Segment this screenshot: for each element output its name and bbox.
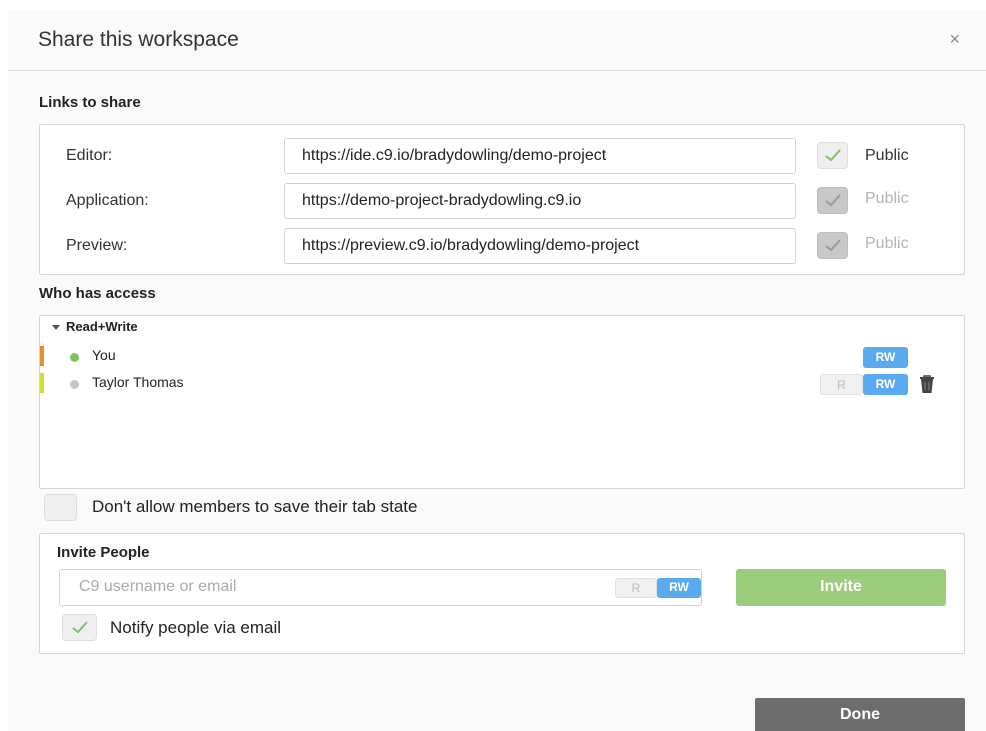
checkmark-icon bbox=[825, 149, 841, 162]
group-label: Read+Write bbox=[66, 319, 138, 334]
application-url-field[interactable]: https://demo-project-bradydowling.c9.io bbox=[284, 183, 796, 219]
checkmark-icon bbox=[825, 194, 841, 207]
invite-placeholder: C9 username or email bbox=[79, 578, 237, 595]
member-row: You RW bbox=[40, 346, 964, 368]
notify-label: Notify people via email bbox=[110, 618, 282, 637]
editor-link-label: Editor: bbox=[66, 147, 113, 164]
dialog-title: Share this workspace bbox=[38, 28, 239, 51]
access-list: Read+Write You RW Taylor Thomas R RW bbox=[39, 315, 965, 489]
collapse-triangle-icon bbox=[52, 325, 60, 330]
rw-permission-button[interactable]: RW bbox=[863, 374, 908, 395]
editor-url-field[interactable]: https://ide.c9.io/bradydowling/demo-proj… bbox=[284, 138, 796, 174]
application-public-checkbox bbox=[817, 187, 848, 214]
preview-public-checkbox bbox=[817, 232, 848, 259]
checkmark-icon bbox=[72, 621, 88, 634]
invite-section-label: Invite People bbox=[57, 544, 150, 561]
invite-button[interactable]: Invite bbox=[736, 569, 946, 606]
read-permission-button[interactable]: R bbox=[820, 374, 863, 395]
dialog-header: Share this workspace × bbox=[8, 10, 986, 71]
tab-state-label: Don't allow members to save their tab st… bbox=[92, 497, 418, 516]
done-button[interactable]: Done bbox=[755, 698, 965, 731]
offline-status-dot bbox=[70, 380, 79, 389]
preview-link-label: Preview: bbox=[66, 237, 128, 254]
tab-state-checkbox[interactable] bbox=[44, 494, 77, 521]
preview-url-field[interactable]: https://preview.c9.io/bradydowling/demo-… bbox=[284, 228, 796, 264]
access-section-label: Who has access bbox=[39, 285, 156, 302]
invite-read-button[interactable]: R bbox=[615, 578, 657, 598]
share-workspace-dialog: Share this workspace × Links to share Ed… bbox=[8, 10, 986, 731]
editor-public-label: Public bbox=[865, 147, 909, 164]
member-color-bar bbox=[40, 346, 44, 366]
online-status-dot bbox=[70, 353, 79, 362]
trash-icon[interactable] bbox=[918, 374, 936, 394]
member-name: You bbox=[92, 347, 116, 363]
invite-input[interactable]: C9 username or email R RW bbox=[59, 569, 702, 606]
close-icon[interactable]: × bbox=[949, 30, 960, 48]
read-write-group-header[interactable]: Read+Write bbox=[52, 319, 138, 334]
link-row-editor: Editor: https://ide.c9.io/bradydowling/d… bbox=[40, 138, 964, 174]
editor-public-checkbox[interactable] bbox=[817, 142, 848, 169]
checkmark-icon bbox=[825, 239, 841, 252]
application-link-label: Application: bbox=[66, 192, 149, 209]
member-row: Taylor Thomas R RW bbox=[40, 373, 964, 395]
member-name: Taylor Thomas bbox=[92, 374, 184, 390]
rw-permission-badge: RW bbox=[863, 347, 908, 368]
links-section-label: Links to share bbox=[39, 94, 141, 111]
member-color-bar bbox=[40, 373, 44, 393]
invite-box: Invite People C9 username or email R RW … bbox=[39, 533, 965, 654]
invite-rw-button[interactable]: RW bbox=[657, 578, 701, 598]
application-public-label: Public bbox=[865, 190, 909, 207]
link-row-preview: Preview: https://preview.c9.io/bradydowl… bbox=[40, 228, 964, 264]
preview-public-label: Public bbox=[865, 235, 909, 252]
links-box: Editor: https://ide.c9.io/bradydowling/d… bbox=[39, 124, 965, 275]
link-row-application: Application: https://demo-project-bradyd… bbox=[40, 183, 964, 219]
notify-checkbox[interactable] bbox=[62, 614, 97, 641]
